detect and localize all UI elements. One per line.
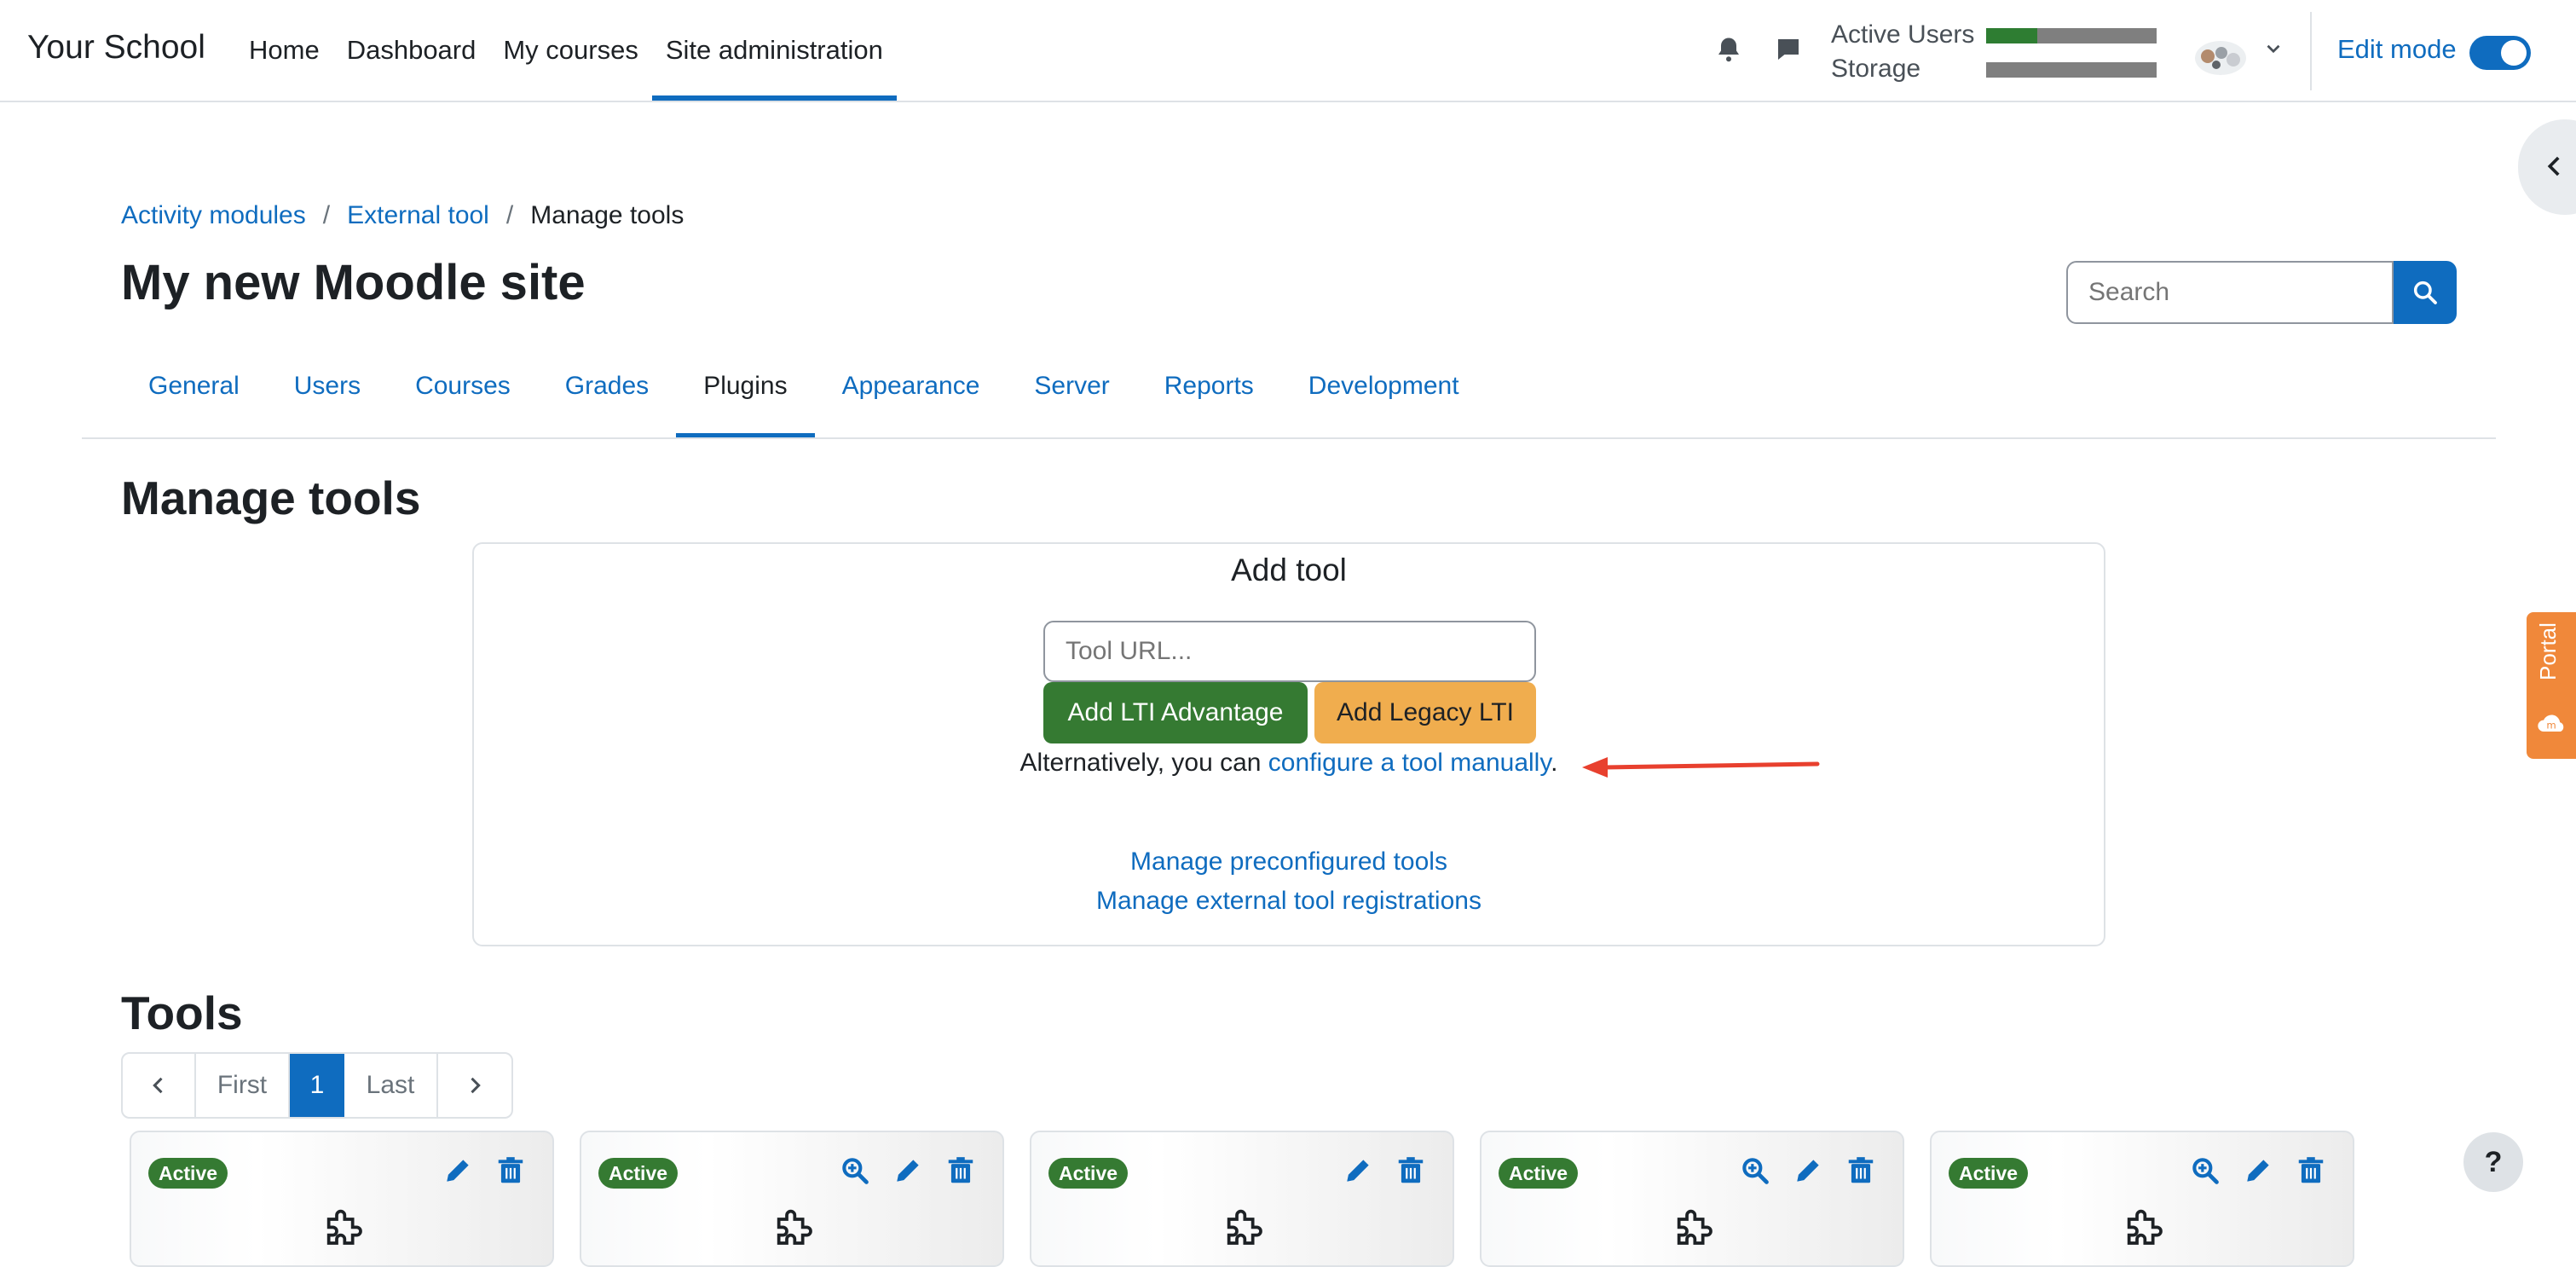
delete-icon[interactable]	[494, 1154, 527, 1187]
admin-secondary-tabs: General Users Courses Grades Plugins App…	[121, 356, 1487, 438]
nav-dashboard[interactable]: Dashboard	[333, 0, 490, 101]
open-block-drawer-button[interactable]	[2518, 119, 2576, 215]
edit-icon[interactable]	[442, 1154, 474, 1187]
add-lti-advantage-button[interactable]: Add LTI Advantage	[1043, 682, 1308, 743]
tool-url-input[interactable]	[1043, 621, 1536, 682]
active-users-label: Active Users	[1831, 20, 1975, 49]
pagination-first[interactable]: First	[196, 1054, 290, 1117]
tabs-divider	[82, 437, 2496, 439]
admin-search-button[interactable]	[2394, 261, 2457, 324]
tool-card[interactable]: Active	[1030, 1131, 1454, 1267]
alternatively-text: Alternatively, you can	[1019, 749, 1268, 777]
storage-label: Storage	[1831, 55, 1921, 83]
tab-courses[interactable]: Courses	[388, 356, 538, 438]
site-brand[interactable]: Your School	[27, 29, 205, 67]
chevron-right-icon	[471, 1077, 481, 1094]
configure-manually-text: Alternatively, you can configure a tool …	[474, 749, 2104, 778]
tab-server[interactable]: Server	[1007, 356, 1136, 438]
search-icon	[2413, 281, 2437, 304]
add-tool-card: Add tool Add LTI Advantage Add Legacy LT…	[472, 542, 2105, 946]
delete-icon[interactable]	[944, 1154, 977, 1187]
portal-tab[interactable]: Portal m	[2527, 612, 2576, 759]
puzzle-piece-icon	[1227, 1209, 1262, 1245]
active-users-bar-fill	[1986, 28, 2037, 43]
messages-icon[interactable]	[1773, 34, 1804, 65]
tool-card[interactable]: Active	[1480, 1131, 1904, 1267]
manage-preconfigured-tools-link[interactable]: Manage preconfigured tools	[1130, 848, 1447, 876]
navbar-divider	[2310, 12, 2312, 90]
zoom-icon[interactable]	[1739, 1154, 1771, 1187]
nav-home[interactable]: Home	[235, 0, 333, 101]
puzzle-piece-icon	[1677, 1209, 1713, 1245]
top-navbar: Your School Home Dashboard My courses Si…	[0, 0, 2576, 102]
primary-navigation: Home Dashboard My courses Site administr…	[235, 0, 897, 101]
tool-card[interactable]: Active	[130, 1131, 554, 1267]
status-badge: Active	[1048, 1158, 1129, 1189]
storage-bar	[1986, 62, 2157, 78]
tab-users[interactable]: Users	[267, 356, 388, 438]
pagination: First 1 Last	[121, 1052, 513, 1119]
status-badge: Active	[1499, 1158, 1579, 1189]
add-legacy-lti-button[interactable]: Add Legacy LTI	[1314, 682, 1536, 743]
chevron-left-icon	[2547, 156, 2560, 176]
manage-external-tool-registrations-link[interactable]: Manage external tool registrations	[1096, 887, 1481, 915]
nav-site-administration[interactable]: Site administration	[651, 0, 897, 101]
tool-card[interactable]: Active	[1930, 1131, 2354, 1267]
breadcrumb-activity-modules[interactable]: Activity modules	[121, 201, 306, 230]
tab-general[interactable]: General	[121, 356, 267, 438]
delete-icon[interactable]	[2295, 1154, 2327, 1187]
breadcrumb: Activity modules / External tool / Manag…	[121, 201, 684, 230]
page-title: My new Moodle site	[121, 255, 586, 310]
chevron-down-icon[interactable]	[2262, 38, 2284, 60]
help-button[interactable]: ?	[2463, 1132, 2523, 1192]
edit-mode-toggle[interactable]	[2469, 36, 2531, 70]
toggle-knob	[2501, 40, 2527, 66]
edit-icon[interactable]	[1342, 1154, 1374, 1187]
tools-heading: Tools	[121, 986, 243, 1039]
notifications-bell-icon[interactable]	[1713, 34, 1744, 65]
status-badge: Active	[1949, 1158, 2029, 1189]
user-avatar[interactable]	[2192, 34, 2249, 78]
pagination-page-1[interactable]: 1	[290, 1054, 344, 1117]
tab-development[interactable]: Development	[1281, 356, 1487, 438]
moodle-cloud-icon: m	[2538, 714, 2564, 732]
add-tool-title: Add tool	[1231, 553, 1347, 587]
puzzle-piece-icon	[326, 1209, 362, 1245]
tab-plugins[interactable]: Plugins	[676, 356, 816, 438]
tab-grades[interactable]: Grades	[538, 356, 676, 438]
delete-icon[interactable]	[1395, 1154, 1427, 1187]
period-text: .	[1551, 749, 1558, 777]
puzzle-piece-icon	[2127, 1209, 2163, 1245]
breadcrumb-manage-tools: Manage tools	[530, 201, 684, 229]
svg-text:m: m	[2546, 720, 2556, 732]
breadcrumb-separator: /	[322, 201, 331, 229]
chevron-left-icon	[153, 1077, 163, 1094]
zoom-icon[interactable]	[839, 1154, 871, 1187]
status-badge: Active	[598, 1158, 679, 1189]
tool-card[interactable]: Active	[580, 1131, 1004, 1267]
pagination-last[interactable]: Last	[344, 1054, 438, 1117]
admin-search	[2066, 261, 2457, 324]
active-users-bar	[1986, 28, 2157, 43]
status-badge: Active	[148, 1158, 228, 1189]
annotation-arrow	[1582, 757, 1820, 778]
pagination-next[interactable]	[438, 1054, 511, 1117]
tab-reports[interactable]: Reports	[1137, 356, 1281, 438]
pagination-previous[interactable]	[123, 1054, 196, 1117]
edit-icon[interactable]	[892, 1154, 924, 1187]
breadcrumb-separator: /	[505, 201, 514, 229]
nav-my-courses[interactable]: My courses	[489, 0, 651, 101]
edit-mode-label[interactable]: Edit mode	[2337, 34, 2457, 65]
admin-search-input[interactable]	[2066, 261, 2394, 324]
puzzle-piece-icon	[777, 1209, 812, 1245]
zoom-icon[interactable]	[2189, 1154, 2221, 1187]
delete-icon[interactable]	[1845, 1154, 1877, 1187]
edit-icon[interactable]	[1792, 1154, 1824, 1187]
breadcrumb-external-tool[interactable]: External tool	[347, 201, 489, 230]
manage-tools-heading: Manage tools	[121, 472, 421, 524]
portal-label: Portal	[2535, 622, 2561, 680]
configure-tool-manually-link[interactable]: configure a tool manually	[1268, 749, 1551, 777]
edit-icon[interactable]	[2242, 1154, 2274, 1187]
tab-appearance[interactable]: Appearance	[815, 356, 1008, 438]
